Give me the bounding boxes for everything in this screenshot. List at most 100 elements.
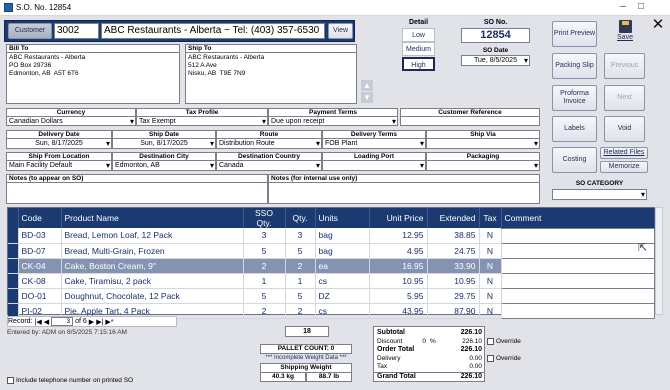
void-button[interactable]: Void [604, 116, 645, 142]
table-cell[interactable]: 43.95 [369, 303, 428, 319]
col-extended[interactable]: Extended [427, 208, 480, 228]
bill-to-address[interactable]: ABC Restaurants - Alberta PO Box 29736 E… [6, 52, 180, 104]
col-unit-price[interactable]: Unit Price [369, 208, 428, 228]
route-select[interactable]: Distribution Route [216, 138, 322, 149]
table-cell[interactable]: CK-08 [18, 273, 62, 289]
so-category-select[interactable] [552, 189, 647, 200]
col-qty[interactable]: Qty. [285, 208, 316, 228]
table-cell[interactable]: BD-03 [18, 228, 62, 244]
table-cell[interactable]: ea [315, 258, 370, 274]
table-cell[interactable]: N [479, 303, 502, 319]
table-cell[interactable] [500, 242, 655, 259]
table-cell[interactable]: 2 [285, 258, 316, 274]
next-record-icon[interactable]: ▶ [89, 318, 94, 326]
table-cell[interactable]: N [479, 258, 502, 274]
packaging-select[interactable] [426, 160, 540, 171]
customer-name-field[interactable]: ABC Restaurants - Alberta ~ Tel: (403) 3… [101, 23, 325, 39]
table-cell[interactable]: 33.90 [427, 258, 480, 274]
table-cell[interactable]: DZ [315, 288, 370, 304]
table-cell[interactable]: N [479, 228, 502, 244]
table-cell[interactable]: 2 [285, 303, 316, 319]
col-sso-qty[interactable]: SSO Qty. [243, 208, 286, 228]
table-cell[interactable] [500, 287, 655, 304]
ship-date-field[interactable]: Sun, 8/17/2025 [112, 138, 216, 149]
first-record-icon[interactable]: |◀ [35, 318, 42, 326]
discount-percent[interactable]: 0 [414, 338, 426, 345]
table-cell[interactable]: 2 [243, 303, 286, 319]
view-customer-button[interactable]: View [328, 23, 353, 39]
row-selector[interactable] [8, 228, 19, 244]
table-cell[interactable]: 29.75 [427, 288, 480, 304]
col-units[interactable]: Units [315, 208, 370, 228]
table-cell[interactable]: 4.95 [369, 243, 428, 259]
table-cell[interactable]: 2 [243, 258, 286, 274]
previous-button[interactable]: Previous [604, 53, 645, 79]
last-record-icon[interactable]: ▶| [96, 318, 103, 326]
table-cell[interactable]: bag [315, 228, 370, 244]
row-selector[interactable] [8, 288, 19, 304]
notes-so-field[interactable] [6, 182, 268, 204]
table-cell[interactable]: Doughnut, Chocolate, 12 Pack [61, 288, 244, 304]
col-comment[interactable]: Comment [501, 208, 655, 228]
table-cell[interactable]: 3 [243, 228, 286, 244]
discount-override-checkbox[interactable] [487, 338, 494, 345]
customer-reference-field[interactable] [400, 116, 540, 126]
table-cell[interactable]: 5 [243, 288, 286, 304]
related-files-button[interactable]: Related Files [600, 147, 648, 159]
table-row[interactable]: CK-04 Cake, Boston Cream, 9" 2 2 ea 16.95 33.9… [8, 257, 655, 274]
print-preview-button[interactable]: Print Preview [552, 21, 597, 47]
table-cell[interactable]: Cake, Boston Cream, 9" [61, 258, 244, 274]
packing-slip-button[interactable]: Packing Slip [552, 53, 597, 79]
table-cell[interactable]: 12.95 [369, 228, 428, 244]
row-selector[interactable] [8, 273, 19, 289]
customer-code-field[interactable]: 3002 [54, 23, 99, 39]
memorize-button[interactable]: Memorize [600, 161, 648, 173]
table-cell[interactable]: 1 [243, 273, 286, 289]
detail-high-option[interactable]: High [402, 57, 435, 71]
table-row[interactable]: CK-08 Cake, Tiramisu, 2 pack 1 1 cs 10.95 10.9… [8, 272, 655, 289]
col-code[interactable]: Code [18, 208, 62, 228]
row-selector[interactable] [8, 258, 19, 274]
table-cell[interactable]: 38.85 [427, 228, 480, 244]
table-cell[interactable]: 5 [285, 243, 316, 259]
close-icon[interactable]: ✕ [651, 17, 665, 32]
include-phone-checkbox[interactable] [7, 377, 14, 384]
save-button[interactable]: Save [612, 20, 638, 48]
proforma-invoice-button[interactable]: Proforma Invoice [552, 85, 597, 111]
delivery-date-field[interactable]: Sun, 8/17/2025 [6, 138, 112, 149]
record-number-input[interactable]: 3 [51, 317, 74, 326]
destination-country-select[interactable]: Canada [216, 160, 322, 171]
table-cell[interactable]: N [479, 273, 502, 289]
tax-profile-select[interactable]: Tax Exempt [136, 116, 268, 126]
table-cell[interactable]: 16.95 [369, 258, 428, 274]
detail-medium-option[interactable]: Medium [402, 42, 435, 56]
notes-internal-field[interactable] [268, 182, 540, 204]
table-cell[interactable]: Bread, Lemon Loaf, 12 Pack [61, 228, 244, 244]
table-cell[interactable] [500, 302, 655, 319]
table-cell[interactable]: Bread, Multi-Grain, Frozen [61, 243, 244, 259]
ship-to-address[interactable]: ABC Restaurants - Alberta 512 A Ave Nisk… [185, 52, 357, 104]
table-cell[interactable]: 5.95 [369, 288, 428, 304]
minimize-button[interactable]: – [614, 1, 632, 14]
customer-button[interactable]: Customer [8, 23, 52, 39]
ship-via-select[interactable] [426, 138, 540, 149]
table-cell[interactable]: 24.75 [427, 243, 480, 259]
delivery-terms-select[interactable]: FOB Plant [322, 138, 426, 149]
table-cell[interactable]: 87.90 [427, 303, 480, 319]
table-cell[interactable]: cs [315, 273, 370, 289]
maximize-button[interactable]: □ [632, 1, 650, 14]
new-record-icon[interactable]: ▶* [105, 318, 113, 326]
table-cell[interactable]: 5 [243, 243, 286, 259]
table-cell[interactable]: N [479, 288, 502, 304]
next-button[interactable]: Next [604, 85, 645, 111]
table-cell[interactable] [500, 227, 655, 244]
table-cell[interactable]: 1 [285, 273, 316, 289]
table-cell[interactable]: N [479, 243, 502, 259]
prev-record-icon[interactable]: ◀ [44, 318, 49, 326]
table-cell[interactable]: CK-04 [18, 258, 62, 274]
col-tax[interactable]: Tax [479, 208, 502, 228]
delivery-override-checkbox[interactable] [487, 355, 494, 362]
labels-button[interactable]: Labels [552, 116, 597, 142]
table-row[interactable]: DO-01 Doughnut, Chocolate, 12 Pack 5 5 DZ 5.9… [8, 287, 655, 304]
loading-port-select[interactable] [322, 160, 426, 171]
